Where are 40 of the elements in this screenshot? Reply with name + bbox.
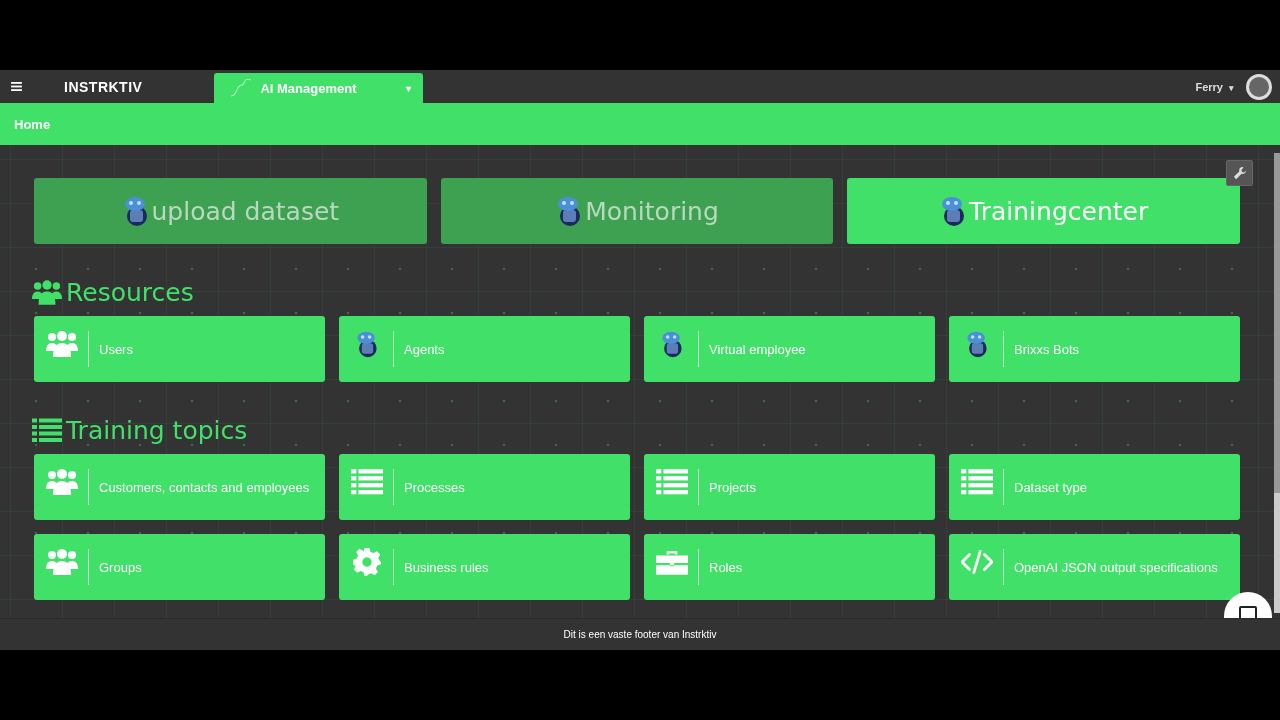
- top-tile[interactable]: Monitoring: [440, 178, 834, 244]
- scrollbar[interactable]: [1274, 153, 1280, 613]
- tile-button[interactable]: Customers, contacts and employees: [34, 454, 325, 520]
- tile-button[interactable]: Roles: [644, 534, 935, 600]
- tile-button[interactable]: Users: [34, 316, 325, 382]
- code-icon: [961, 548, 993, 576]
- menu-icon[interactable]: [11, 82, 22, 91]
- tile-button[interactable]: Projects: [644, 454, 935, 520]
- footer-text: Dit is een vaste footer van Instrktiv: [0, 618, 1280, 650]
- list-icon: [351, 468, 383, 496]
- users-icon: [46, 468, 78, 496]
- section-title: Resources: [66, 277, 194, 307]
- top-tile[interactable]: upload dataset: [34, 178, 427, 244]
- tile-button[interactable]: Virtual employee: [644, 316, 935, 382]
- chart-line-icon: [230, 79, 253, 97]
- settings-button[interactable]: [1226, 160, 1253, 186]
- wrench-icon: [1232, 166, 1247, 180]
- tile-button[interactable]: Agents: [339, 316, 630, 382]
- list-icon: [656, 468, 688, 496]
- users-icon: [32, 279, 62, 305]
- breadcrumb-link[interactable]: Home: [14, 116, 51, 132]
- tile-button[interactable]: Brixxs Bots: [949, 316, 1240, 382]
- tile-button[interactable]: Processes: [339, 454, 630, 520]
- tile-button[interactable]: Dataset type: [949, 454, 1240, 520]
- tile-button[interactable]: OpenAI JSON output specifications: [949, 534, 1240, 600]
- avatar[interactable]: [1246, 73, 1272, 100]
- tile-button[interactable]: Groups: [34, 534, 325, 600]
- chat-button[interactable]: [1224, 592, 1272, 618]
- list-icon: [961, 468, 993, 496]
- app-menu-dropdown[interactable]: AI Management ▾: [214, 73, 424, 103]
- tile-button[interactable]: Business rules: [339, 534, 630, 600]
- logo[interactable]: INSTRKTIV: [64, 78, 143, 95]
- list-icon: [32, 417, 62, 443]
- gear-icon: [351, 548, 383, 576]
- briefcase-icon: [656, 548, 688, 576]
- user-menu[interactable]: Ferry ▾: [1189, 79, 1240, 94]
- users-icon: [46, 548, 78, 576]
- section-title: Training topics: [66, 415, 248, 445]
- top-tile[interactable]: Trainingcenter: [847, 178, 1240, 244]
- users-icon: [46, 330, 78, 358]
